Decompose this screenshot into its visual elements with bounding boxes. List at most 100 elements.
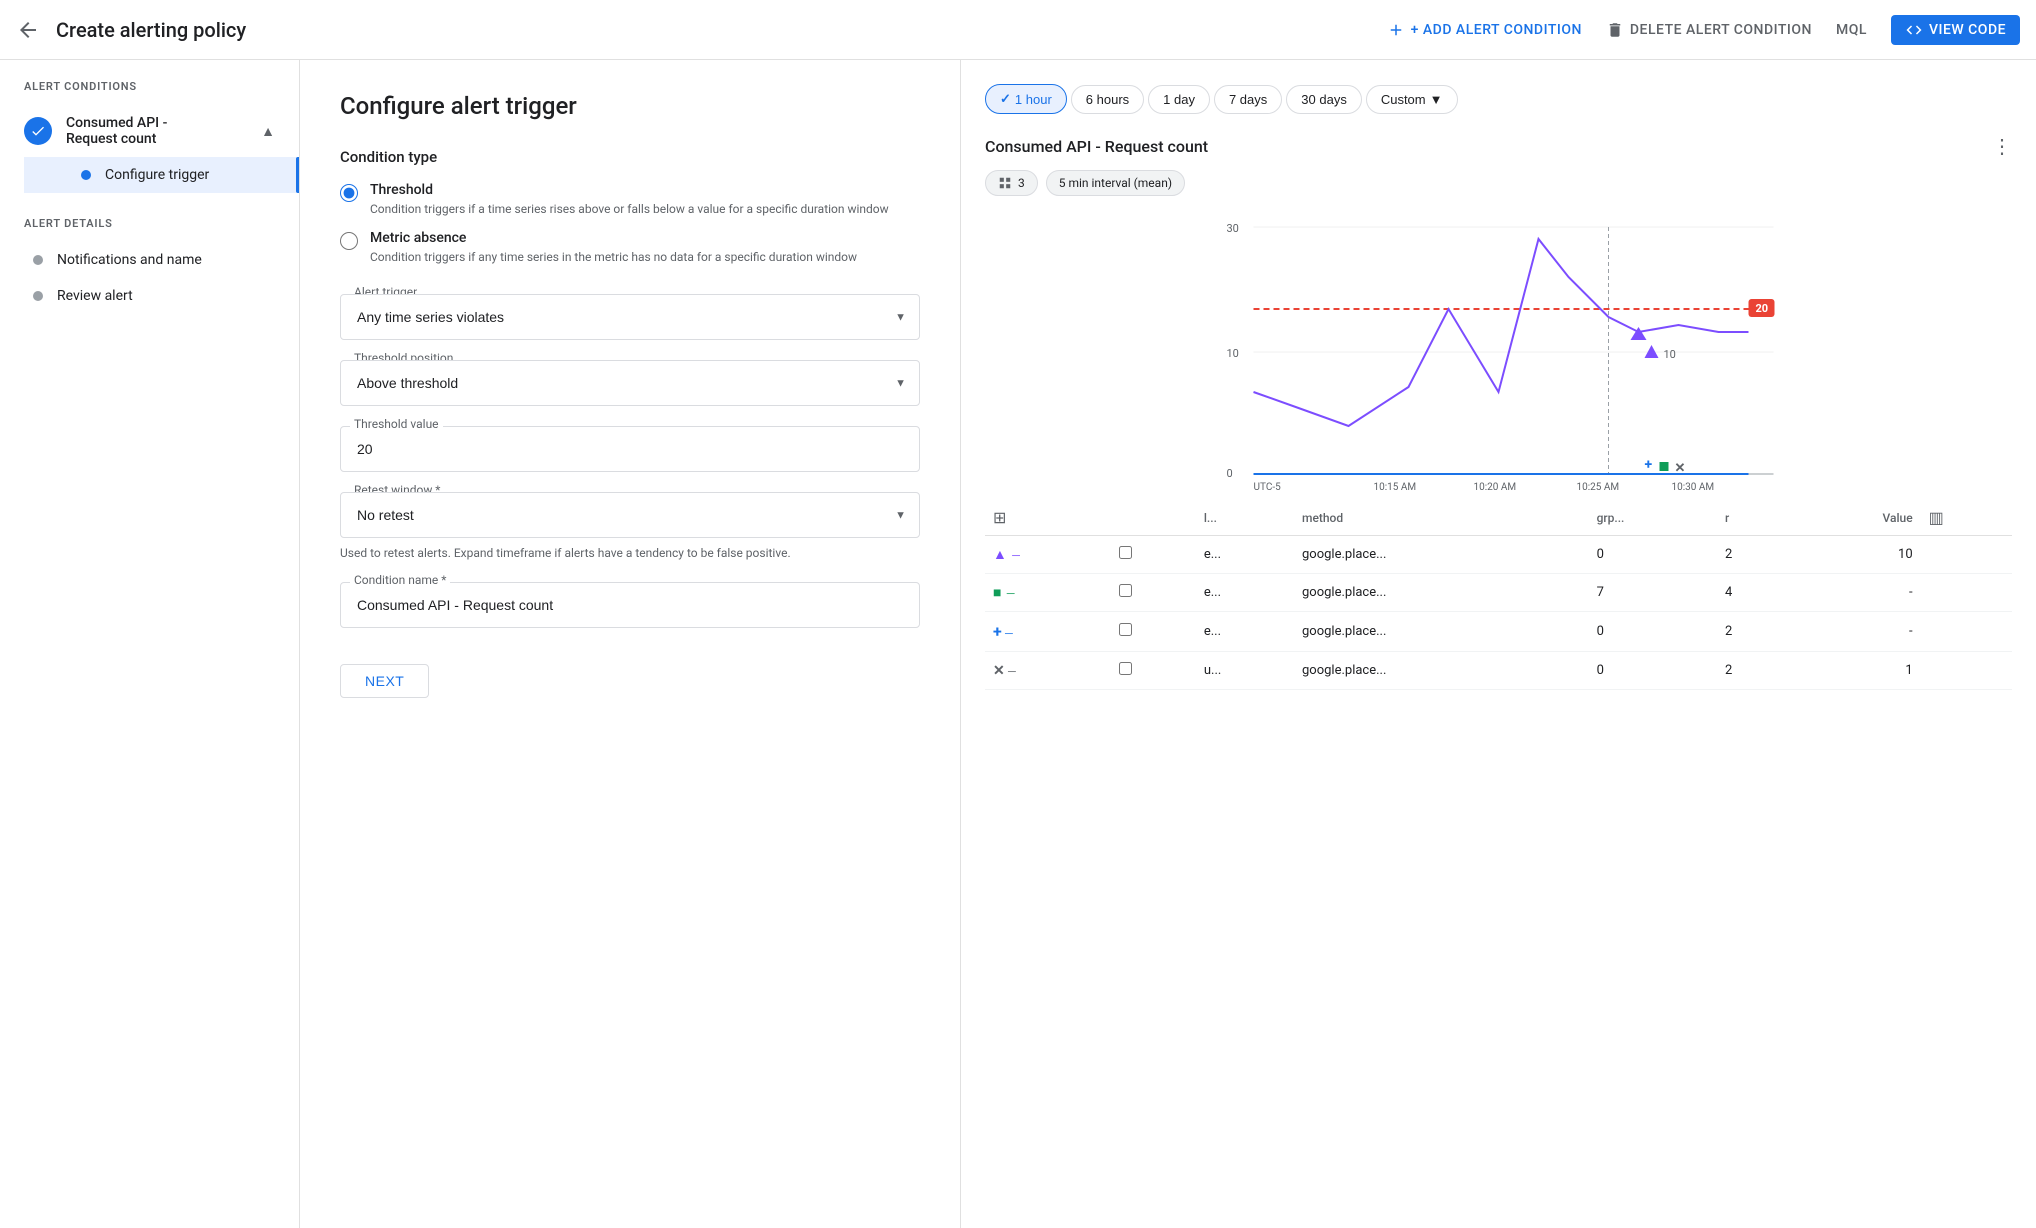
next-button[interactable]: NEXT [340, 664, 429, 698]
sidebar-item-configure-trigger[interactable]: Configure trigger [24, 157, 299, 193]
time-btn-6hours[interactable]: 6 hours [1071, 85, 1144, 114]
chart-title: Consumed API - Request count [985, 137, 1208, 156]
table-row: ✕ ─ u... google.place... 0 2 1 [985, 652, 2012, 690]
back-button[interactable] [16, 18, 40, 42]
row-icon-cell-2: ■ ─ [985, 574, 1111, 612]
th-icon: ⊞ [985, 500, 1111, 536]
th-label: l... [1196, 500, 1294, 536]
x-icon: ✕ [993, 663, 1005, 679]
svg-text:10: 10 [1227, 347, 1239, 360]
row-r-3: 2 [1717, 612, 1785, 652]
retest-window-field: Retest window * No retest 5 minutes 10 m… [340, 492, 920, 562]
dot-icon [33, 255, 43, 265]
svg-text:10:30 AM: 10:30 AM [1672, 482, 1715, 492]
row-icon-cell-4: ✕ ─ [985, 652, 1111, 690]
row-method-3: google.place... [1294, 612, 1589, 652]
threshold-radio[interactable] [340, 184, 358, 202]
th-checkbox [1111, 500, 1196, 536]
sidebar-sub: Configure trigger [0, 157, 299, 193]
configure-trigger-label: Configure trigger [105, 167, 209, 183]
svg-text:10:20 AM: 10:20 AM [1474, 482, 1517, 492]
row-checkbox-2[interactable] [1119, 584, 1132, 597]
th-grp: grp... [1589, 500, 1717, 536]
time-btn-7days[interactable]: 7 days [1214, 85, 1282, 114]
interval-badge[interactable]: 5 min interval (mean) [1046, 170, 1185, 196]
svg-text:10: 10 [1664, 348, 1676, 361]
bar-chart-icon: ▥ [1929, 508, 1944, 527]
retest-window-note: Used to retest alerts. Expand timeframe … [340, 544, 920, 562]
svg-text:10:25 AM: 10:25 AM [1577, 482, 1620, 492]
sidebar-item-notifications[interactable]: Notifications and name [0, 242, 299, 278]
row-value-2: - [1785, 574, 1920, 612]
row-icon-cell-3: + ─ [985, 612, 1111, 652]
svg-text:20: 20 [1756, 302, 1769, 315]
row-checkbox-cell-4[interactable] [1111, 652, 1196, 690]
alert-trigger-select[interactable]: Any time series violates All time series… [340, 294, 920, 340]
time-btn-1day[interactable]: 1 day [1148, 85, 1210, 114]
retest-window-select[interactable]: No retest 5 minutes 10 minutes 30 minute… [340, 492, 920, 538]
table-row: ■ ─ e... google.place... 7 4 - [985, 574, 2012, 612]
triangle-icon: ▲ [993, 547, 1007, 563]
th-value: Value [1785, 500, 1920, 536]
table-header-row: ⊞ l... method grp... r Value ▥ [985, 500, 2012, 536]
sidebar-consumed-api-label: Consumed API -Request count [66, 115, 167, 147]
check-icon [24, 117, 52, 145]
threshold-position-select-wrapper: Above threshold Below threshold [340, 360, 920, 406]
grid-icon: ⊞ [993, 508, 1006, 527]
svg-text:10:15 AM: 10:15 AM [1374, 482, 1417, 492]
th-method: method [1294, 500, 1589, 536]
row-label-4: u... [1196, 652, 1294, 690]
svg-text:✕: ✕ [1675, 461, 1686, 476]
row-checkbox-4[interactable] [1119, 662, 1132, 675]
row-checkbox-cell-3[interactable] [1111, 612, 1196, 652]
svg-text:0: 0 [1227, 467, 1233, 480]
metric-absence-option[interactable]: Metric absence Condition triggers if any… [340, 230, 920, 266]
chevron-up-icon: ▲ [261, 123, 275, 140]
threshold-value-field: Threshold value [340, 426, 920, 472]
th-bar: ▥ [1921, 500, 2012, 536]
row-checkbox-cell[interactable] [1111, 536, 1196, 574]
time-btn-custom[interactable]: Custom ▼ [1366, 85, 1458, 114]
threshold-value-input[interactable] [340, 426, 920, 472]
threshold-option[interactable]: Threshold Condition triggers if a time s… [340, 182, 920, 218]
condition-type-radio-group: Threshold Condition triggers if a time s… [340, 182, 920, 266]
active-dot-icon [81, 170, 91, 180]
chart-options-button[interactable]: ⋮ [1992, 134, 2012, 158]
nav-actions: + ADD ALERT CONDITION DELETE ALERT CONDI… [1387, 15, 2020, 45]
time-btn-30days[interactable]: 30 days [1286, 85, 1362, 114]
main-layout: ALERT CONDITIONS Consumed API -Request c… [0, 60, 2036, 1228]
time-btn-1hour[interactable]: ✓ 1 hour [985, 84, 1067, 114]
add-condition-button[interactable]: + ADD ALERT CONDITION [1387, 21, 1582, 39]
sidebar: ALERT CONDITIONS Consumed API -Request c… [0, 60, 300, 1228]
dot-icon-2 [33, 291, 43, 301]
row-grp-4: 0 [1589, 652, 1717, 690]
row-method: google.place... [1294, 536, 1589, 574]
alert-trigger-field: Alert trigger Any time series violates A… [340, 294, 920, 340]
threshold-label: Threshold [370, 182, 889, 198]
row-grp: 0 [1589, 536, 1717, 574]
row-checkbox[interactable] [1119, 546, 1132, 559]
metric-absence-radio[interactable] [340, 232, 358, 250]
mql-button[interactable]: MQL [1836, 22, 1867, 38]
row-checkbox-3[interactable] [1119, 623, 1132, 636]
table-row: ▲ ─ e... google.place... 0 2 10 [985, 536, 2012, 574]
sidebar-item-review[interactable]: Review alert [0, 278, 299, 314]
row-label-2: e... [1196, 574, 1294, 612]
row-label-3: e... [1196, 612, 1294, 652]
view-code-button[interactable]: VIEW CODE [1891, 15, 2020, 45]
threshold-position-field: Threshold position Above threshold Below… [340, 360, 920, 406]
row-checkbox-cell-2[interactable] [1111, 574, 1196, 612]
chart-title-row: Consumed API - Request count ⋮ [985, 134, 2012, 158]
series-count-badge[interactable]: 3 [985, 170, 1038, 196]
sidebar-item-consumed-api[interactable]: Consumed API -Request count ▲ [0, 105, 299, 157]
chart-container: 30 10 0 20 [985, 212, 2012, 492]
row-grp-2: 7 [1589, 574, 1717, 612]
svg-text:30: 30 [1227, 222, 1239, 235]
delete-condition-button[interactable]: DELETE ALERT CONDITION [1606, 21, 1812, 39]
row-value-4: 1 [1785, 652, 1920, 690]
threshold-position-select[interactable]: Above threshold Below threshold [340, 360, 920, 406]
threshold-value-label: Threshold value [350, 417, 443, 431]
row-grp-3: 0 [1589, 612, 1717, 652]
condition-name-input[interactable] [340, 582, 920, 628]
data-table: ⊞ l... method grp... r Value ▥ [985, 500, 2012, 690]
